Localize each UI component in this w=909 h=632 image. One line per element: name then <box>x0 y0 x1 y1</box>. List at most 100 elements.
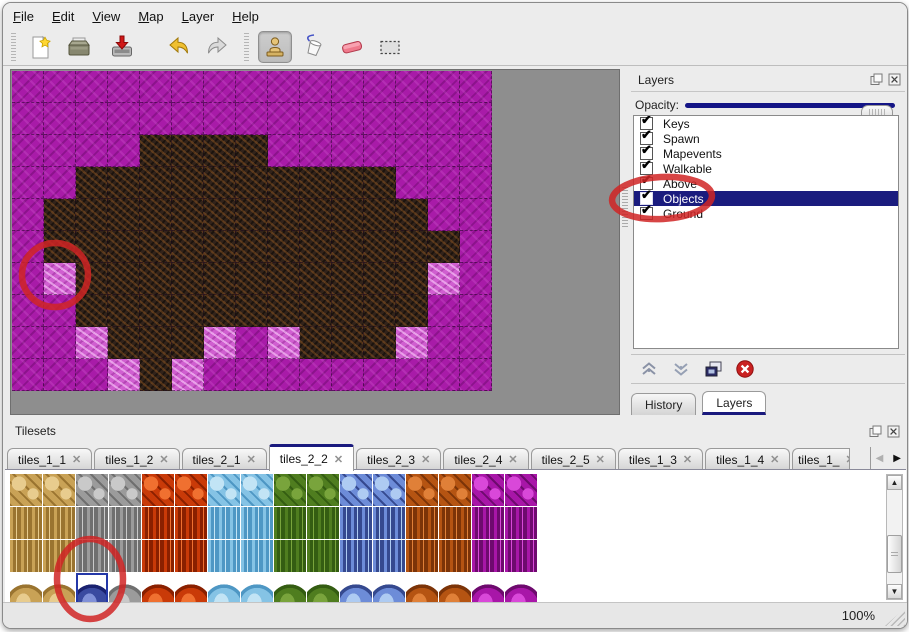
palette-tile-magenta-r3[interactable] <box>472 573 504 605</box>
palette-tile-magenta-r2[interactable] <box>505 540 537 572</box>
toolbar-drag-handle[interactable] <box>11 33 16 61</box>
map-tile[interactable] <box>332 359 364 391</box>
map-tile[interactable] <box>396 103 428 135</box>
map-tile[interactable] <box>204 71 236 103</box>
redo-button[interactable] <box>201 32 233 62</box>
map-tile[interactable] <box>364 199 396 231</box>
map-tile[interactable] <box>268 327 300 359</box>
map-tile[interactable] <box>300 295 332 327</box>
palette-tile-tan-r0[interactable] <box>43 474 75 506</box>
palette-tile-copper-r2[interactable] <box>439 540 471 572</box>
palette-tile-magenta-r3[interactable] <box>505 573 537 605</box>
map-tile[interactable] <box>108 71 140 103</box>
map-tile[interactable] <box>460 167 492 199</box>
map-tile[interactable] <box>300 231 332 263</box>
map-tile[interactable] <box>140 231 172 263</box>
panel-tab-layers[interactable]: Layers <box>702 391 766 415</box>
panel-tab-history[interactable]: History <box>631 393 696 415</box>
map-tile[interactable] <box>364 359 396 391</box>
map-tile[interactable] <box>460 199 492 231</box>
map-tile[interactable] <box>76 71 108 103</box>
map-tile[interactable] <box>76 327 108 359</box>
tab-close-icon[interactable]: ✕ <box>72 453 81 466</box>
map-tile[interactable] <box>364 71 396 103</box>
map-tile[interactable] <box>428 135 460 167</box>
map-tile[interactable] <box>332 263 364 295</box>
tileset-tab-tiles_2_3[interactable]: tiles_2_3✕ <box>356 448 441 470</box>
map-tile[interactable] <box>44 359 76 391</box>
close-panel-icon[interactable] <box>888 73 901 86</box>
map-tile[interactable] <box>12 263 44 295</box>
map-tile[interactable] <box>44 263 76 295</box>
map-tile[interactable] <box>428 71 460 103</box>
palette-tile-ice-r3[interactable] <box>208 573 240 605</box>
menu-layer[interactable]: Layer <box>182 9 215 24</box>
palette-tile-crystal-r2[interactable] <box>340 540 372 572</box>
palette-tile-gray-r3[interactable] <box>76 573 108 605</box>
map-tile[interactable] <box>428 167 460 199</box>
palette-tile-green-r2[interactable] <box>307 540 339 572</box>
layer-row-ground[interactable]: ✔Ground <box>634 206 898 221</box>
map-tile[interactable] <box>12 103 44 135</box>
map-tile[interactable] <box>428 103 460 135</box>
palette-tile-fire-r2[interactable] <box>175 540 207 572</box>
map-tile[interactable] <box>396 327 428 359</box>
map-tile[interactable] <box>364 295 396 327</box>
map-tile[interactable] <box>268 199 300 231</box>
map-tile[interactable] <box>140 199 172 231</box>
map-tile[interactable] <box>204 231 236 263</box>
palette-tile-ice-r1[interactable] <box>208 507 240 539</box>
palette-tile-tan-r0[interactable] <box>10 474 42 506</box>
map-tile[interactable] <box>460 103 492 135</box>
map-tile[interactable] <box>140 71 172 103</box>
palette-tile-green-r2[interactable] <box>274 540 306 572</box>
map-tile[interactable] <box>140 295 172 327</box>
duplicate-layer-button[interactable] <box>703 359 723 379</box>
map-tile[interactable] <box>76 167 108 199</box>
tab-close-icon[interactable]: ✕ <box>247 453 256 466</box>
map-tile[interactable] <box>396 295 428 327</box>
palette-tile-crystal-r2[interactable] <box>373 540 405 572</box>
map-tile[interactable] <box>44 71 76 103</box>
palette-tile-crystal-r0[interactable] <box>373 474 405 506</box>
layer-row-walkable[interactable]: ✔Walkable <box>634 161 898 176</box>
map-tile[interactable] <box>460 231 492 263</box>
panel-splitter-handle[interactable] <box>622 187 628 227</box>
map-tile[interactable] <box>428 263 460 295</box>
map-tile[interactable] <box>172 167 204 199</box>
map-tile[interactable] <box>12 295 44 327</box>
rect-select-tool-button[interactable] <box>374 32 406 62</box>
map-tile[interactable] <box>44 199 76 231</box>
map-canvas[interactable] <box>10 69 620 415</box>
map-tile[interactable] <box>172 359 204 391</box>
map-tile[interactable] <box>428 359 460 391</box>
map-tile[interactable] <box>76 359 108 391</box>
tileset-tab-tiles_2_4[interactable]: tiles_2_4✕ <box>443 448 528 470</box>
map-tile[interactable] <box>44 167 76 199</box>
scrollbar-thumb[interactable] <box>887 535 902 573</box>
palette-tile-tan-r1[interactable] <box>10 507 42 539</box>
map-tile[interactable] <box>300 359 332 391</box>
map-tile[interactable] <box>300 167 332 199</box>
palette-tile-copper-r1[interactable] <box>439 507 471 539</box>
map-tile[interactable] <box>460 295 492 327</box>
map-tile[interactable] <box>332 71 364 103</box>
map-tile[interactable] <box>172 263 204 295</box>
map-tile[interactable] <box>396 263 428 295</box>
map-tile[interactable] <box>236 327 268 359</box>
map-tile[interactable] <box>428 231 460 263</box>
palette-tile-gray-r1[interactable] <box>109 507 141 539</box>
map-tile[interactable] <box>332 199 364 231</box>
delete-layer-button[interactable] <box>735 359 755 379</box>
map-tile[interactable] <box>428 199 460 231</box>
menu-view[interactable]: View <box>92 9 120 24</box>
map-tile[interactable] <box>12 231 44 263</box>
tab-close-icon[interactable]: ✕ <box>334 453 343 466</box>
map-tile[interactable] <box>76 263 108 295</box>
palette-tile-gray-r2[interactable] <box>76 540 108 572</box>
palette-tile-green-r3[interactable] <box>307 573 339 605</box>
map-tile[interactable] <box>236 167 268 199</box>
map-tile[interactable] <box>332 103 364 135</box>
map-tile[interactable] <box>300 103 332 135</box>
palette-tile-ice-r0[interactable] <box>241 474 273 506</box>
